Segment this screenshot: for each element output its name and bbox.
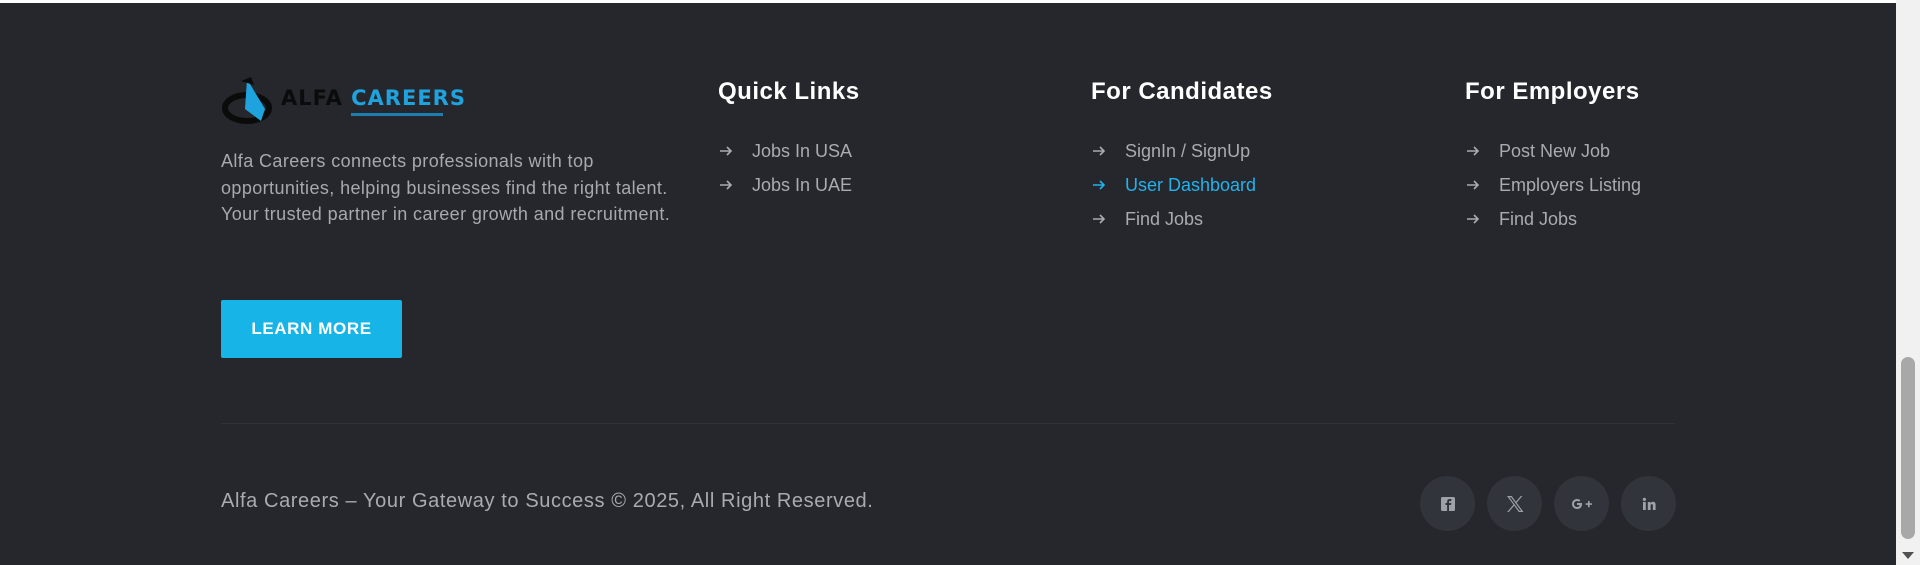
footer-link-user-dashboard[interactable]: User Dashboard <box>1091 168 1273 202</box>
learn-more-button[interactable]: LEARN MORE <box>221 300 402 358</box>
arrow-right-icon <box>1091 177 1107 193</box>
quick-links-heading: Quick Links <box>718 78 860 105</box>
logo[interactable]: ALFA CAREERS <box>221 74 671 130</box>
logo-word-careers: CAREERS <box>351 86 466 110</box>
arrow-right-icon <box>1091 211 1107 227</box>
footer-link-jobs-in-uae[interactable]: Jobs In UAE <box>718 168 860 202</box>
footer-link-find-jobs[interactable]: Find Jobs <box>1091 202 1273 236</box>
footer-link-label: Jobs In UAE <box>752 174 853 195</box>
footer-link-label: Find Jobs <box>1125 208 1204 229</box>
arrow-right-icon <box>718 143 734 159</box>
footer-link-label: Post New Job <box>1499 140 1611 161</box>
arrow-right-icon <box>1465 211 1481 227</box>
x-twitter-button[interactable] <box>1487 476 1542 531</box>
employers-column: For Employers Post New Job Employers Lis… <box>1465 78 1641 236</box>
scroll-down-arrow-icon[interactable] <box>1902 552 1914 559</box>
logo-word-alfa: ALFA <box>281 86 343 110</box>
employers-heading: For Employers <box>1465 78 1640 105</box>
candidates-heading: For Candidates <box>1091 78 1273 105</box>
footer-link-label: SignIn / SignUp <box>1125 140 1251 161</box>
google-plus-icon <box>1571 498 1592 509</box>
linkedin-button[interactable] <box>1621 476 1676 531</box>
arrow-right-icon <box>718 177 734 193</box>
arrow-right-icon <box>1465 177 1481 193</box>
quick-links-column: Quick Links Jobs In USA Jobs In UAE <box>718 78 860 202</box>
scrollbar-thumb[interactable] <box>1901 357 1915 539</box>
candidates-column: For Candidates SignIn / SignUp User Dash… <box>1091 78 1273 236</box>
arrow-right-icon <box>1091 143 1107 159</box>
footer-link-label: Find Jobs <box>1499 208 1578 229</box>
copyright-text: Alfa Careers – Your Gateway to Success ©… <box>221 490 874 512</box>
google-plus-button[interactable] <box>1554 476 1609 531</box>
brand-description: Alfa Careers connects professionals with… <box>221 151 671 224</box>
footer-link-post-new-job[interactable]: Post New Job <box>1465 134 1641 168</box>
linkedin-icon <box>1642 497 1656 510</box>
footer-divider <box>221 423 1675 424</box>
footer-link-signin-signup[interactable]: SignIn / SignUp <box>1091 134 1273 168</box>
x-icon <box>1506 495 1523 512</box>
facebook-icon <box>1440 496 1455 511</box>
social-links <box>1408 476 1676 531</box>
logo-mark-icon <box>222 77 272 124</box>
footer-link-label: Jobs In USA <box>752 140 853 161</box>
footer-link-find-jobs-employers[interactable]: Find Jobs <box>1465 202 1641 236</box>
page-scrollbar[interactable] <box>1896 0 1920 565</box>
footer-link-employers-listing[interactable]: Employers Listing <box>1465 168 1641 202</box>
footer-link-jobs-in-usa[interactable]: Jobs In USA <box>718 134 860 168</box>
facebook-button[interactable] <box>1420 476 1475 531</box>
footer-brand: ALFA CAREERS Alfa Careers connects profe… <box>221 74 671 228</box>
footer-link-label: Employers Listing <box>1499 174 1642 195</box>
footer-link-label: User Dashboard <box>1125 174 1257 195</box>
arrow-right-icon <box>1465 143 1481 159</box>
logo-tagline-bar <box>351 113 443 116</box>
